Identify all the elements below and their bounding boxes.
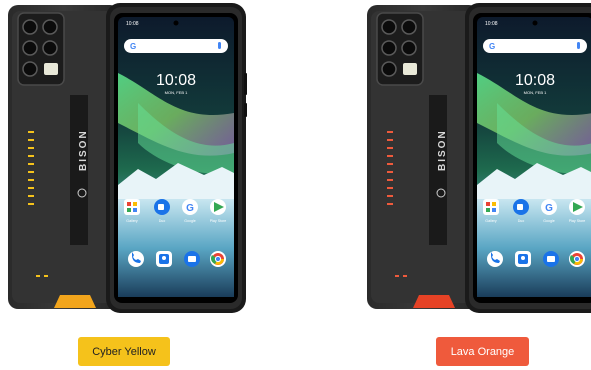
cyber-yellow-button[interactable]: Cyber Yellow bbox=[78, 337, 170, 366]
svg-text:10:08: 10:08 bbox=[485, 21, 498, 27]
svg-text:10:08: 10:08 bbox=[515, 72, 555, 89]
svg-text:10:08: 10:08 bbox=[156, 72, 196, 89]
svg-text:Play Store: Play Store bbox=[569, 219, 586, 223]
phone-image-lava-orange: BISON 10:08 G 10:08 MON, FEB 1 G Gallery… bbox=[367, 3, 591, 313]
svg-text:MON, FEB 1: MON, FEB 1 bbox=[524, 90, 547, 95]
svg-text:MON, FEB 1: MON, FEB 1 bbox=[165, 90, 188, 95]
svg-text:BISON: BISON bbox=[437, 129, 448, 171]
svg-text:10:08: 10:08 bbox=[126, 21, 139, 27]
product-lava-orange: BISON 10:08 G 10:08 MON, FEB 1 G Gallery… bbox=[296, 0, 591, 370]
lava-orange-button[interactable]: Lava Orange bbox=[436, 337, 529, 366]
svg-text:G: G bbox=[186, 203, 194, 214]
svg-text:Play Store: Play Store bbox=[210, 219, 227, 223]
product-cyber-yellow: BISON 10:08 G 10:08 MON, FEB 1 G Gallery… bbox=[0, 0, 296, 370]
svg-text:Gallery: Gallery bbox=[485, 219, 497, 223]
phone-image-cyber-yellow: BISON 10:08 G 10:08 MON, FEB 1 G Gallery… bbox=[8, 3, 247, 313]
svg-text:G: G bbox=[130, 42, 136, 51]
svg-text:G: G bbox=[545, 203, 553, 214]
svg-text:G: G bbox=[489, 42, 495, 51]
svg-text:Google: Google bbox=[184, 219, 196, 223]
svg-text:Google: Google bbox=[543, 219, 555, 223]
svg-text:Duo: Duo bbox=[159, 219, 166, 223]
svg-text:Duo: Duo bbox=[518, 219, 525, 223]
svg-text:Gallery: Gallery bbox=[126, 219, 138, 223]
svg-text:BISON: BISON bbox=[78, 129, 89, 171]
